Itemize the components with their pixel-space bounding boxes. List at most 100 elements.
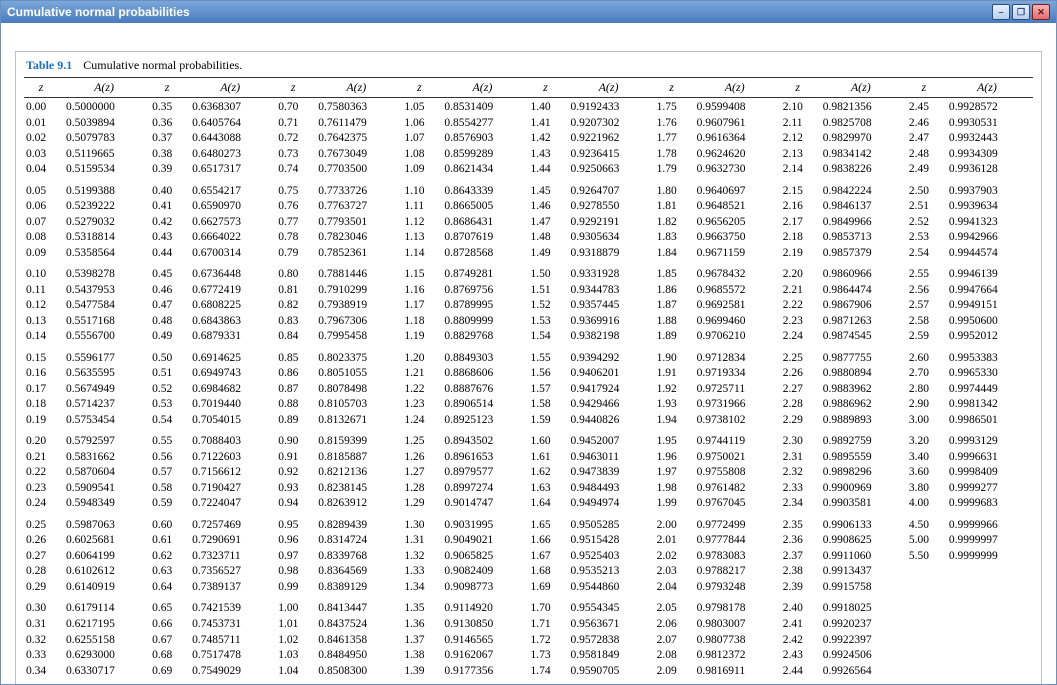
row-block: 0.000.50000000.010.50398940.020.50797830…	[24, 100, 150, 178]
cell-z: 0.67	[150, 633, 186, 649]
cell-a: 0.7389137	[186, 580, 276, 596]
table-row: 0.110.5437953	[24, 283, 150, 299]
cell-z: 2.17	[781, 215, 817, 231]
table-row: 0.040.5159534	[24, 162, 150, 178]
table-row: 1.100.8643339	[402, 184, 528, 200]
cell-a: 0.7290691	[186, 533, 276, 549]
cell-a: 0.9554345	[565, 601, 655, 617]
cell-z: 1.76	[655, 116, 691, 132]
cell-z: 0.07	[24, 215, 60, 231]
cell-a: 0.9846137	[817, 199, 907, 215]
cell-z: 1.75	[655, 100, 691, 116]
cell-z: 0.63	[150, 564, 186, 580]
table-row: 2.480.9934309	[907, 147, 1033, 163]
table-row: 0.860.8051055	[276, 366, 402, 382]
row-block: 2.000.97724992.010.97778442.020.97830832…	[655, 518, 781, 596]
table-row: 0.520.6984682	[150, 382, 276, 398]
cell-a: 0.6330717	[60, 664, 150, 680]
row-block: 2.450.99285722.460.99305312.470.99324432…	[907, 100, 1033, 178]
cell-a: 0.5909541	[60, 481, 150, 497]
cell-a: 0.7054015	[186, 413, 276, 429]
table-row: 2.460.9930531	[907, 116, 1033, 132]
row-block: 2.600.99533832.700.99653302.800.99744492…	[907, 351, 1033, 429]
cell-z: 0.99	[276, 580, 312, 596]
table-row: 1.310.9049021	[402, 533, 528, 549]
table-row: 2.210.9864474	[781, 283, 907, 299]
cell-a: 0.9999277	[943, 481, 1033, 497]
cell-a: 0.8051055	[312, 366, 402, 382]
table-row: 1.280.8997274	[402, 481, 528, 497]
table-row: 0.740.7703500	[276, 162, 402, 178]
cell-z: 1.52	[529, 298, 565, 314]
cell-a: 0.8132671	[312, 413, 402, 429]
cell-a: 0.7910299	[312, 283, 402, 299]
cell-z: 0.46	[150, 283, 186, 299]
table-row: 2.350.9906133	[781, 518, 907, 534]
table-row: 1.640.9494974	[529, 496, 655, 512]
cell-z: 1.73	[529, 648, 565, 664]
cell-a: 0.9417924	[565, 382, 655, 398]
cell-a: 0.9685572	[691, 283, 781, 299]
header-a: A(z)	[436, 80, 528, 95]
cell-a: 0.9357445	[565, 298, 655, 314]
cell-z: 0.08	[24, 230, 60, 246]
table-row: 1.580.9429466	[529, 397, 655, 413]
cell-a: 0.8413447	[312, 601, 402, 617]
table-row: 1.810.9648521	[655, 199, 781, 215]
table-row: 1.950.9744119	[655, 434, 781, 450]
content-area[interactable]: Table 9.1 Cumulative normal probabilitie…	[1, 23, 1056, 684]
table-row: 2.560.9947664	[907, 283, 1033, 299]
table-row: 1.130.8707619	[402, 230, 528, 246]
table-row: 0.630.7356527	[150, 564, 276, 580]
header-z: z	[24, 80, 58, 95]
table-row: 2.490.9936128	[907, 162, 1033, 178]
cell-a: 0.8078498	[312, 382, 402, 398]
cell-a: 0.9505285	[565, 518, 655, 534]
table-row: 0.820.7938919	[276, 298, 402, 314]
cell-z: 0.05	[24, 184, 60, 200]
table-row: 2.410.9920237	[781, 617, 907, 633]
table-row: 2.540.9944574	[907, 246, 1033, 262]
cell-a: 0.5792597	[60, 434, 150, 450]
table-row: 0.000.5000000	[24, 100, 150, 116]
cell-a: 0.8789995	[438, 298, 528, 314]
table-row: 3.200.9993129	[907, 434, 1033, 450]
minimize-button[interactable]: –	[992, 4, 1010, 20]
cell-z: 2.36	[781, 533, 817, 549]
cell-z: 2.19	[781, 246, 817, 262]
cell-z: 1.13	[402, 230, 438, 246]
table-row: 1.270.8979577	[402, 465, 528, 481]
table-row: 1.770.9616364	[655, 131, 781, 147]
row-block: 1.850.96784321.860.96855721.870.96925811…	[655, 267, 781, 345]
cell-a: 0.7485711	[186, 633, 276, 649]
cell-z: 1.35	[402, 601, 438, 617]
cell-a: 0.9998409	[943, 465, 1033, 481]
table-row: 1.900.9712834	[655, 351, 781, 367]
cell-z: 0.35	[150, 100, 186, 116]
cell-z: 0.52	[150, 382, 186, 398]
row-block: 0.450.67364480.460.67724190.470.68082250…	[150, 267, 276, 345]
cell-z: 2.28	[781, 397, 817, 413]
cell-a: 0.9344783	[565, 283, 655, 299]
table-row: 0.540.7054015	[150, 413, 276, 429]
cell-a: 0.9250663	[565, 162, 655, 178]
cell-a: 0.9406201	[565, 366, 655, 382]
table-row: 2.010.9777844	[655, 533, 781, 549]
cell-a: 0.9924506	[817, 648, 907, 664]
cell-z: 2.02	[655, 549, 691, 565]
table-row: 0.160.5635595	[24, 366, 150, 382]
row-block: 2.100.98213562.110.98257082.120.98299702…	[781, 100, 907, 178]
cell-z: 0.32	[24, 633, 60, 649]
table-caption: Table 9.1 Cumulative normal probabilitie…	[26, 58, 1033, 73]
cell-a: 0.9829970	[817, 131, 907, 147]
table-row: 1.910.9719334	[655, 366, 781, 382]
restore-button[interactable]: ❐	[1012, 4, 1030, 20]
cell-z: 1.04	[276, 664, 312, 680]
cell-a: 0.8979577	[438, 465, 528, 481]
cell-z: 2.18	[781, 230, 817, 246]
row-block: 1.100.86433391.110.86650051.120.86864311…	[402, 184, 528, 262]
table-row: 1.850.9678432	[655, 267, 781, 283]
cell-a: 0.9946139	[943, 267, 1033, 283]
cell-z: 0.83	[276, 314, 312, 330]
close-button[interactable]: ✕	[1032, 4, 1050, 20]
